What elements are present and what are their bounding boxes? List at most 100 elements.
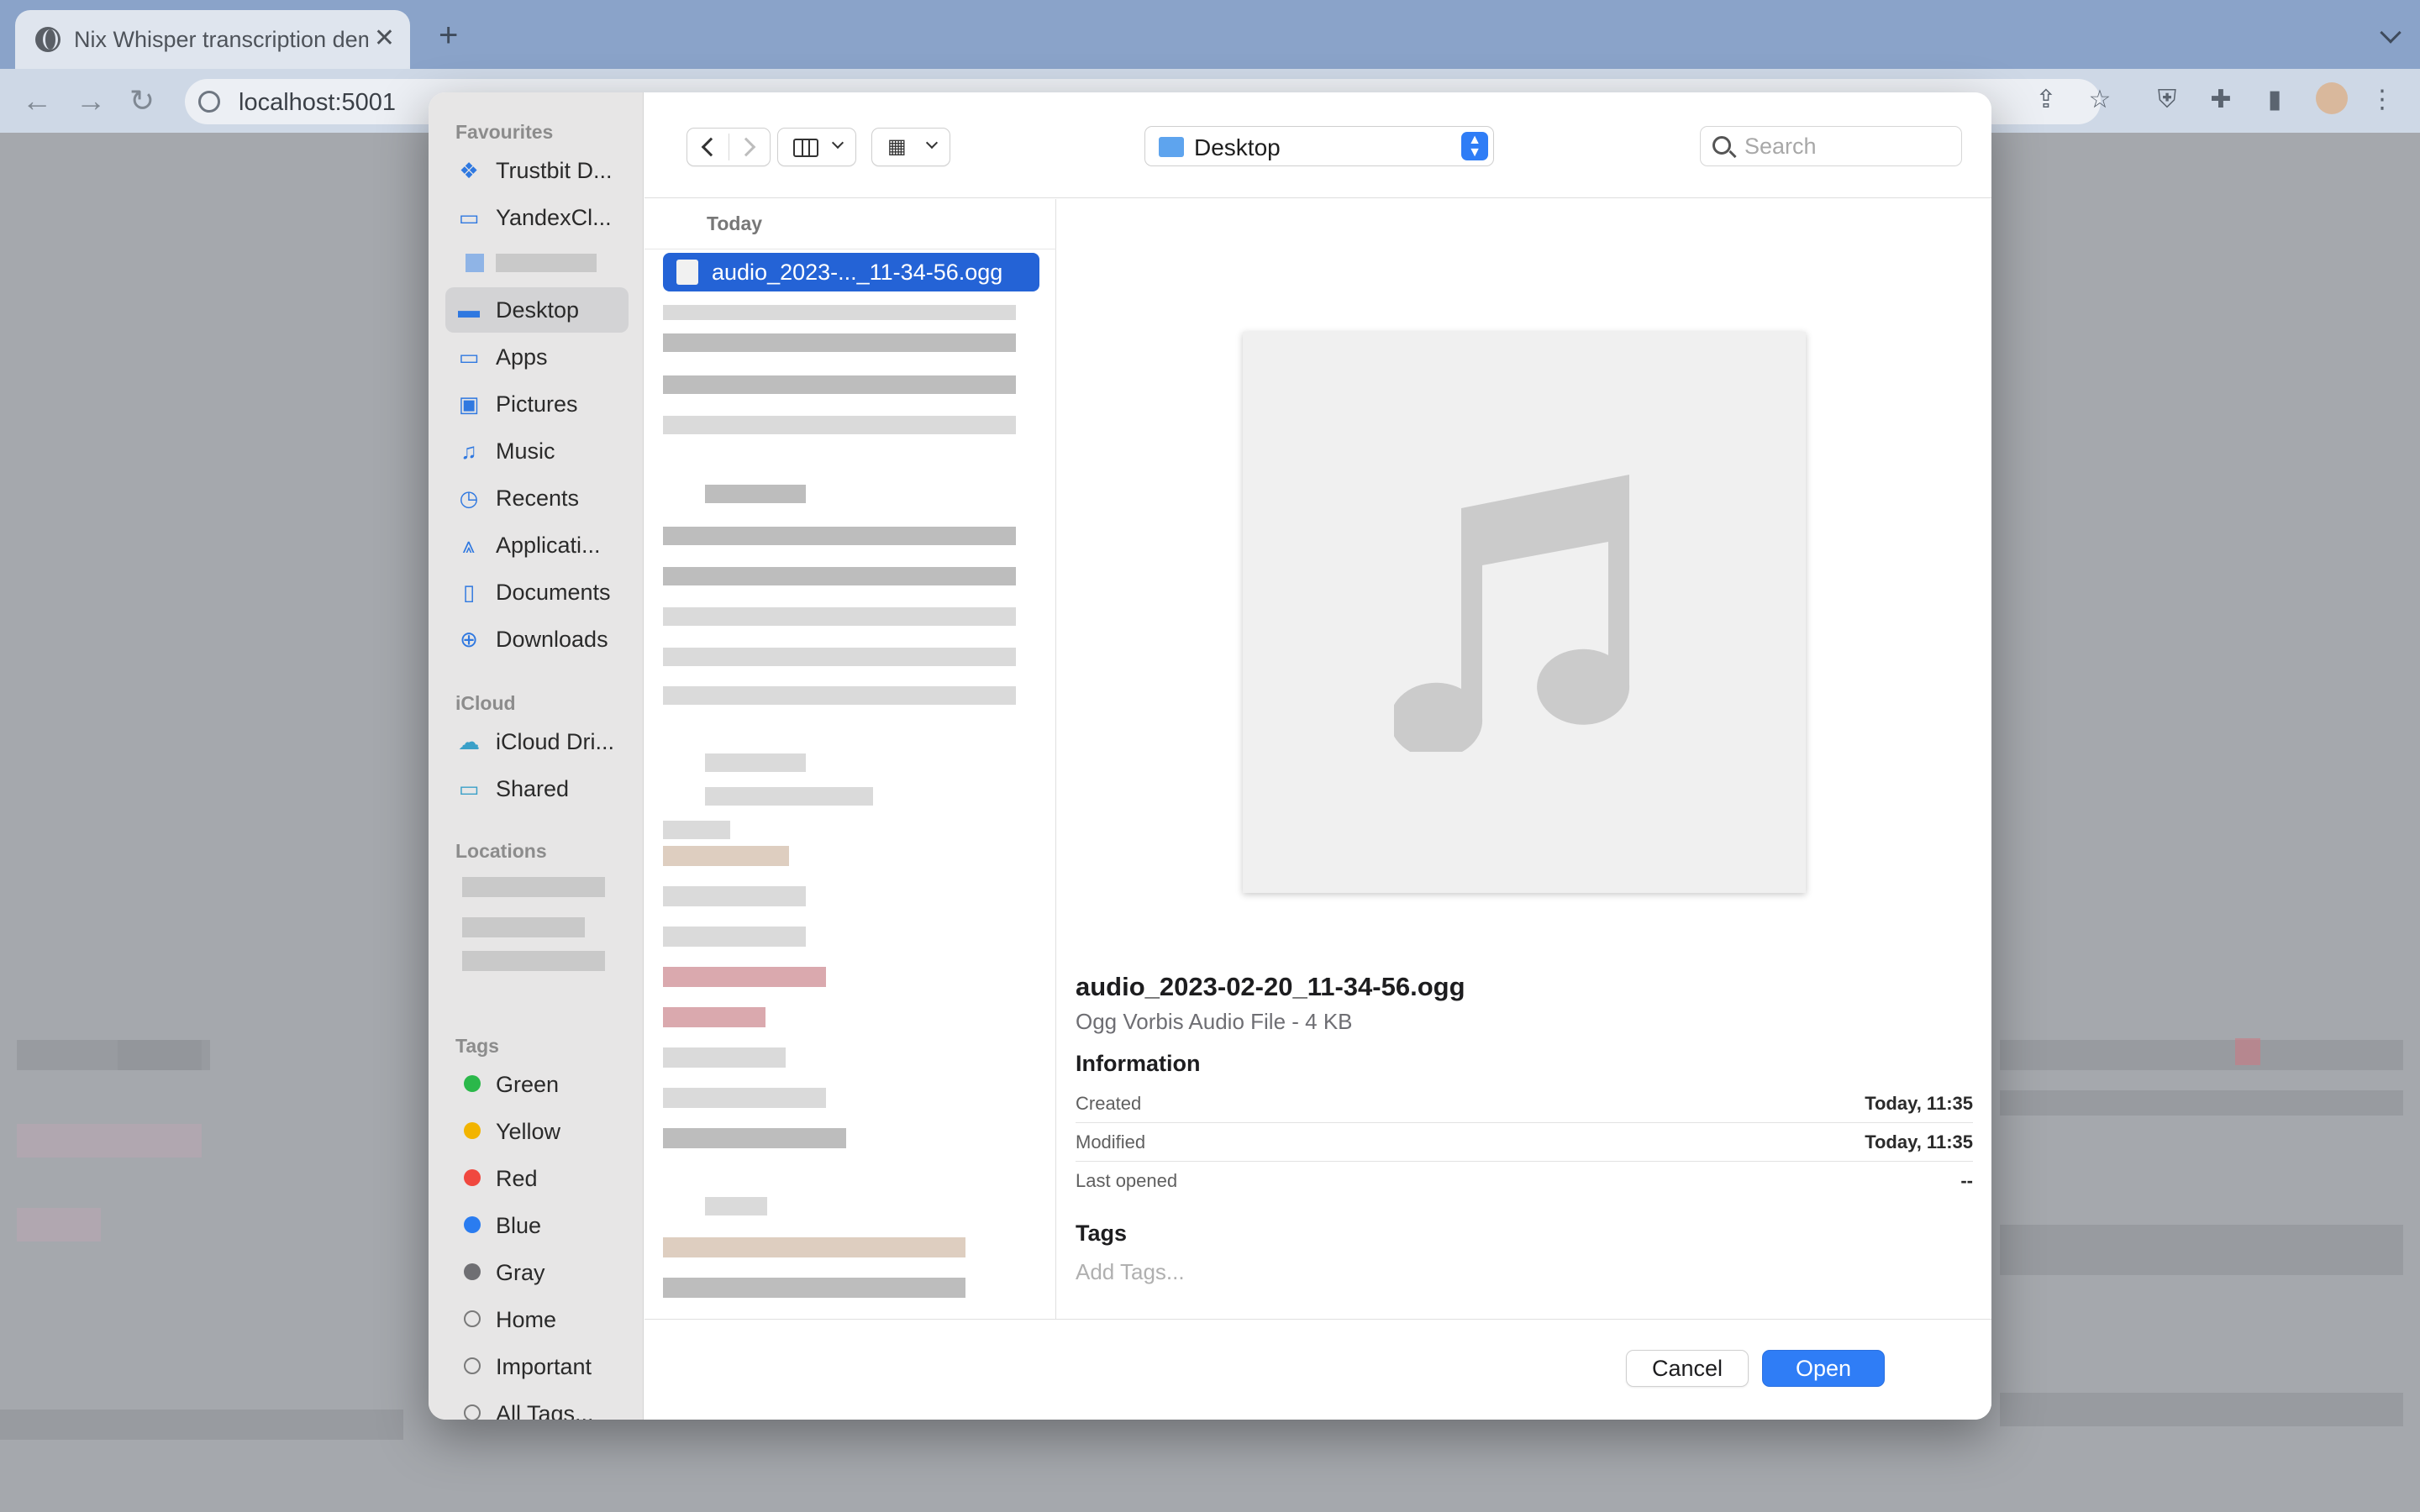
back-forward-control <box>687 128 771 166</box>
forward-chevron-icon[interactable] <box>736 137 756 157</box>
cancel-button[interactable]: Cancel <box>1626 1350 1749 1387</box>
tag-label: Gray <box>496 1260 545 1285</box>
sidebar-item-icloud-drive[interactable]: ☁ iCloud Dri... <box>445 719 629 764</box>
back-arrow-icon[interactable]: ← <box>22 86 52 116</box>
share-icon[interactable]: ⇪ <box>2033 87 2059 113</box>
open-button[interactable]: Open <box>1762 1350 1885 1387</box>
sidebar-tag-home[interactable]: Home <box>445 1297 629 1342</box>
sidebar-item-label: Documents <box>496 580 611 605</box>
sidebar-item-documents[interactable]: ▯ Documents <box>445 570 629 615</box>
sidebar-item-applications[interactable]: ⩓ Applicati... <box>445 522 629 568</box>
redacted-file-row[interactable] <box>663 1007 765 1027</box>
file-name: audio_2023-..._11-34-56.ogg <box>712 260 1003 285</box>
add-tags-field[interactable]: Add Tags... <box>1076 1259 1185 1285</box>
redacted-file-row[interactable] <box>663 886 806 906</box>
browser-menu-icon[interactable]: ⋮ <box>2370 87 2395 113</box>
tab-search-chevron-icon[interactable] <box>2380 22 2402 44</box>
sidebar-tag-red[interactable]: Red <box>445 1156 629 1201</box>
sidebar-item-music[interactable]: ♫ Music <box>445 428 629 474</box>
globe-icon <box>35 27 60 52</box>
chevron-down-icon <box>831 136 844 150</box>
tag-label: Home <box>496 1307 557 1332</box>
redacted-file-row[interactable] <box>663 967 826 987</box>
sidebar-item-yandexcloud[interactable]: ▭ YandexCl... <box>445 195 629 240</box>
redacted-file-row[interactable] <box>663 305 1016 320</box>
redacted-file-row[interactable] <box>663 648 1016 666</box>
open-file-dialog: Favourites ❖ Trustbit D... ▭ YandexCl...… <box>429 92 1991 1420</box>
tag-label: Important <box>496 1354 592 1379</box>
search-input[interactable] <box>1744 134 1946 159</box>
up-down-arrows-icon: ▲ ▼ <box>1461 132 1488 160</box>
redacted-file-row[interactable] <box>663 1088 826 1108</box>
sidebar-tag-all-tags[interactable]: All Tags... <box>445 1391 629 1420</box>
sidebar-item-downloads[interactable]: ⊕ Downloads <box>445 617 629 662</box>
tag-label: Red <box>496 1166 538 1191</box>
redacted-file-row[interactable] <box>705 787 873 806</box>
sidebar-item-label: Music <box>496 438 555 464</box>
preview-pane: audio_2023-02-20_11-34-56.ogg Ogg Vorbis… <box>1057 199 1991 1420</box>
redacted-file-row[interactable] <box>663 416 1016 434</box>
privacy-shield-icon[interactable]: ⛨ <box>2154 87 2180 113</box>
sidebar-tag-green[interactable]: Green <box>445 1062 629 1107</box>
preview-file-name: audio_2023-02-20_11-34-56.ogg <box>1076 972 1465 1001</box>
blue-tag-dot-icon <box>464 1216 481 1233</box>
sidebar-item-shared[interactable]: ▭ Shared <box>445 766 629 811</box>
redacted-file-row[interactable] <box>663 846 789 866</box>
redacted-file-row[interactable] <box>663 1128 846 1148</box>
redacted-file-row[interactable] <box>663 1237 965 1257</box>
all-tags-icon <box>464 1404 481 1420</box>
sidebar-item-recents[interactable]: ◷ Recents <box>445 475 629 521</box>
tag-label: Yellow <box>496 1119 561 1144</box>
sidebar-item-desktop[interactable]: ▬ Desktop <box>445 287 629 333</box>
sidebar-item-label: Desktop <box>496 297 580 323</box>
group-by-button[interactable]: ▦ <box>871 128 950 166</box>
extensions-puzzle-icon[interactable]: ✚ <box>2208 87 2233 113</box>
redacted-file-row[interactable] <box>663 686 1016 705</box>
sidebar-tag-gray[interactable]: Gray <box>445 1250 629 1295</box>
green-tag-dot-icon <box>464 1075 481 1092</box>
sidebar-item-apps[interactable]: ▭ Apps <box>445 334 629 380</box>
location-popup[interactable]: Desktop ▲ ▼ <box>1144 126 1494 166</box>
search-field[interactable] <box>1700 126 1962 166</box>
view-columns-button[interactable] <box>777 128 856 166</box>
redacted-file-row[interactable] <box>663 333 1016 352</box>
sidebar-item-label: Trustbit D... <box>496 158 613 183</box>
redacted-file-row[interactable] <box>663 567 1016 585</box>
sidebar-item-trustbit[interactable]: ❖ Trustbit D... <box>445 148 629 193</box>
bookmark-star-icon[interactable]: ☆ <box>2087 87 2112 113</box>
applications-icon: ⩓ <box>462 533 476 558</box>
shared-folder-icon: ▭ <box>458 776 480 801</box>
reload-icon[interactable]: ↻ <box>129 86 155 116</box>
file-group-header: Today <box>644 199 1056 249</box>
redacted-file-row[interactable] <box>663 607 1016 626</box>
redacted-file-row[interactable] <box>663 927 806 947</box>
side-panel-icon[interactable]: ▮ <box>2262 87 2287 113</box>
sidebar-tag-important[interactable]: Important <box>445 1344 629 1389</box>
redacted-location[interactable] <box>462 877 605 897</box>
forward-arrow-icon[interactable]: → <box>76 86 106 116</box>
redacted-file-row[interactable] <box>663 1047 786 1068</box>
redacted-file-row[interactable] <box>663 821 730 839</box>
sidebar-item-pictures[interactable]: ▣ Pictures <box>445 381 629 427</box>
new-tab-button[interactable]: + <box>439 18 458 52</box>
profile-avatar[interactable] <box>2316 82 2348 114</box>
back-chevron-icon[interactable] <box>701 137 721 157</box>
redacted-group-header <box>705 1197 767 1215</box>
tab-title: Nix Whisper transcription demo <box>74 27 368 52</box>
redacted-location[interactable] <box>462 951 605 971</box>
file-row-selected[interactable]: audio_2023-..._11-34-56.ogg <box>663 253 1039 291</box>
cloud-icon: ☁ <box>458 729 480 754</box>
site-info-icon[interactable] <box>198 91 220 113</box>
browser-tab[interactable]: Nix Whisper transcription demo ✕ <box>15 10 410 69</box>
sidebar-tag-blue[interactable]: Blue <box>445 1203 629 1248</box>
sidebar-tag-yellow[interactable]: Yellow <box>445 1109 629 1154</box>
tag-label: All Tags... <box>496 1401 594 1420</box>
redacted-location[interactable] <box>462 917 585 937</box>
sidebar-item-label: iCloud Dri... <box>496 729 615 754</box>
redacted-file-row[interactable] <box>663 527 1016 545</box>
redacted-file-row[interactable] <box>663 1278 965 1298</box>
document-icon: ▯ <box>462 580 476 605</box>
redacted-file-row[interactable] <box>663 375 1016 394</box>
close-tab-icon[interactable]: ✕ <box>374 24 395 53</box>
file-list-column: Today audio_2023-..._11-34-56.ogg <box>644 199 1056 1420</box>
